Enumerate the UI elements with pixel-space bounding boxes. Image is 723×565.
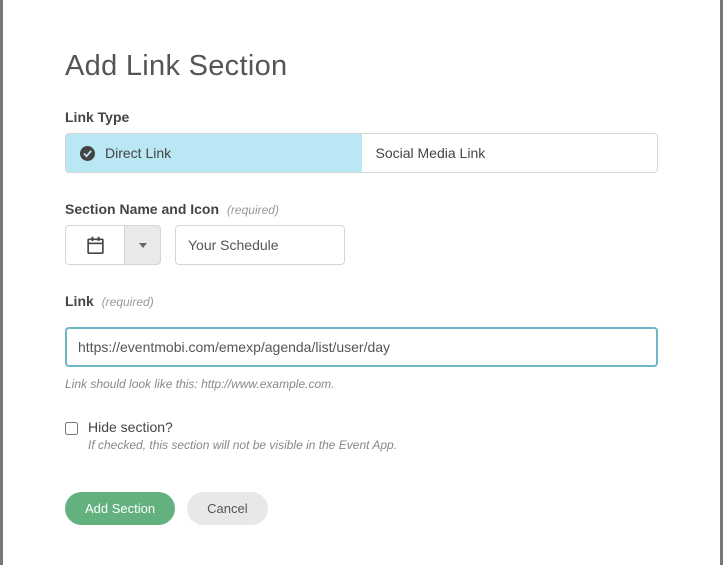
link-helper-text: Link should look like this: http://www.e… xyxy=(65,377,658,391)
link-label: Link (required) xyxy=(65,293,658,309)
check-icon xyxy=(80,146,95,161)
section-name-required: (required) xyxy=(227,203,279,217)
link-type-label: Link Type xyxy=(65,109,658,125)
section-name-label-text: Section Name and Icon xyxy=(65,201,219,217)
social-media-link-label: Social Media Link xyxy=(376,145,486,161)
social-media-link-option[interactable]: Social Media Link xyxy=(362,134,658,172)
hide-section-checkbox[interactable] xyxy=(65,422,78,435)
direct-link-label: Direct Link xyxy=(105,145,171,161)
link-type-segmented: Direct Link Social Media Link xyxy=(65,133,658,173)
hide-section-sub: If checked, this section will not be vis… xyxy=(88,438,397,452)
direct-link-option[interactable]: Direct Link xyxy=(66,134,362,172)
page-title: Add Link Section xyxy=(65,50,658,83)
icon-picker xyxy=(65,225,161,265)
cancel-button[interactable]: Cancel xyxy=(187,492,267,525)
add-section-button[interactable]: Add Section xyxy=(65,492,175,525)
calendar-icon xyxy=(87,236,104,254)
link-label-text: Link xyxy=(65,293,94,309)
section-name-label: Section Name and Icon (required) xyxy=(65,201,658,217)
link-required: (required) xyxy=(102,295,154,309)
hide-section-label: Hide section? xyxy=(88,419,397,435)
chevron-down-icon xyxy=(139,243,147,248)
selected-icon-preview[interactable] xyxy=(65,225,125,265)
link-url-input[interactable] xyxy=(65,327,658,367)
dialog-panel: Add Link Section Link Type Direct Link S… xyxy=(0,0,723,565)
icon-dropdown-button[interactable] xyxy=(125,225,161,265)
section-name-input[interactable] xyxy=(175,225,345,265)
actions-row: Add Section Cancel xyxy=(65,492,658,525)
